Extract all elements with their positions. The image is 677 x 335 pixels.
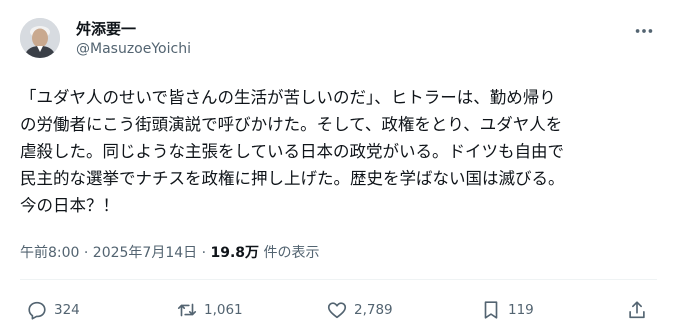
avatar[interactable]: [20, 18, 60, 58]
bookmark-button[interactable]: 119: [480, 296, 534, 324]
post-timestamp[interactable]: 午前8:00 · 2025年7月14日 ·: [20, 245, 211, 261]
view-count: 19.8万: [210, 245, 260, 261]
reply-icon: [28, 301, 46, 320]
bookmark-count: 119: [508, 302, 534, 318]
post-text: 「ユダヤ人のせいで皆さんの生活が苦しいのだ」、ヒトラーは、勤め帰り の労働者にこ…: [20, 88, 565, 215]
avatar-portrait: [20, 18, 60, 58]
divider: [20, 279, 657, 280]
view-label: 件の表示: [259, 245, 320, 261]
share-icon: [629, 301, 645, 319]
bookmark-icon: [484, 301, 498, 319]
repost-button[interactable]: 1,061: [176, 296, 243, 324]
action-bar: 324 1,061 2,789 119: [20, 296, 657, 324]
heart-icon: [327, 302, 347, 319]
reply-count: 324: [54, 302, 80, 318]
post-meta: 午前8:00 · 2025年7月14日 · 19.8万 件の表示: [20, 242, 320, 262]
more-options-icon[interactable]: [633, 20, 655, 42]
author-handle[interactable]: @MasuzoeYoichi: [76, 41, 191, 57]
like-button[interactable]: 2,789: [326, 296, 393, 324]
like-count: 2,789: [354, 302, 393, 318]
share-button[interactable]: [626, 296, 654, 324]
repost-count: 1,061: [204, 302, 243, 318]
repost-icon: [177, 303, 197, 317]
author-name[interactable]: 舛添要一: [76, 18, 136, 39]
reply-button[interactable]: 324: [26, 296, 80, 324]
